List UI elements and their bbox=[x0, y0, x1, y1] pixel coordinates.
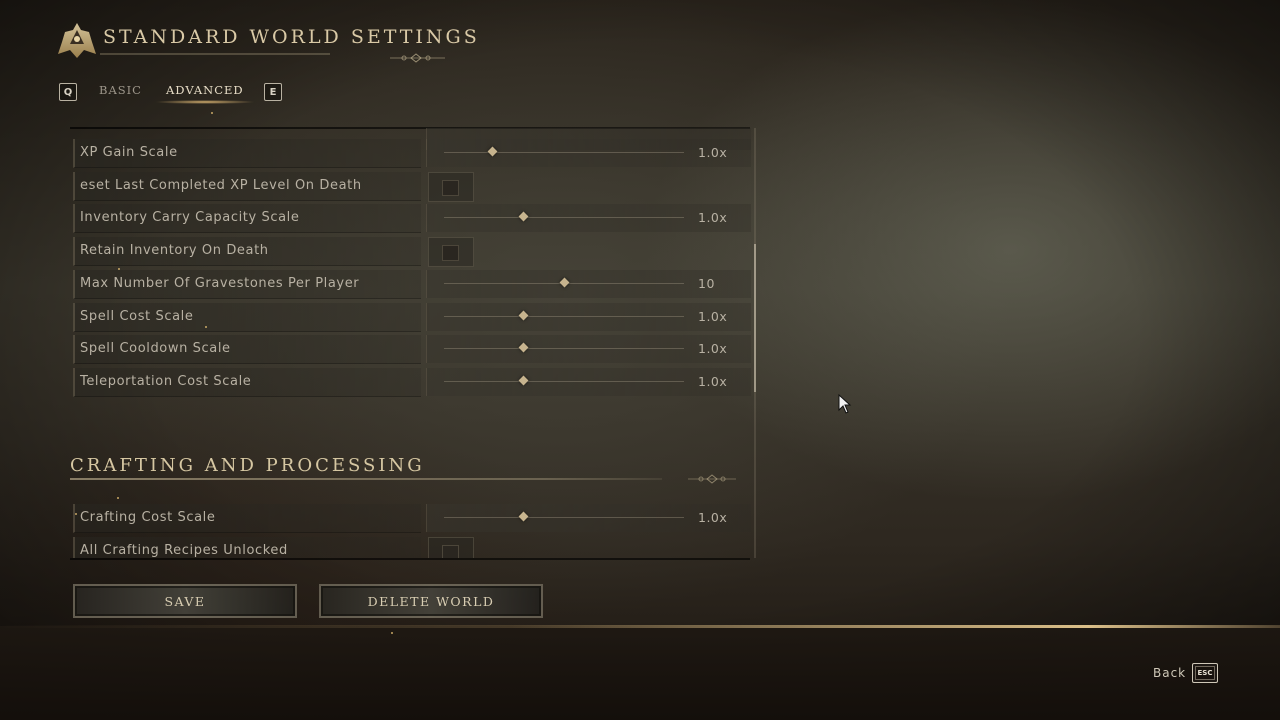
setting-row: Teleportation Cost Scale 1.0x bbox=[72, 367, 751, 397]
ember-particle bbox=[391, 632, 393, 634]
checkbox-square bbox=[442, 179, 459, 196]
panel-bottom-edge bbox=[70, 558, 750, 560]
delete-world-button[interactable]: DELETE WORLD bbox=[319, 584, 543, 618]
title-ornament bbox=[100, 53, 445, 63]
slider-track[interactable] bbox=[444, 152, 684, 153]
setting-checkbox[interactable] bbox=[428, 171, 474, 202]
tab-advanced[interactable]: ADVANCED bbox=[166, 83, 244, 97]
ember-particle bbox=[211, 112, 213, 114]
setting-row: XP Gain Scale 1.0x bbox=[72, 139, 751, 168]
ember-particle bbox=[118, 268, 120, 270]
slider-value: 1.0x bbox=[698, 145, 728, 160]
setting-label: Max Number Of Gravestones Per Player bbox=[80, 275, 360, 291]
setting-row: Inventory Carry Capacity Scale 1.0x bbox=[72, 204, 751, 234]
setting-row: All Crafting Recipes Unlocked bbox=[72, 537, 750, 558]
slider-value: 1.0x bbox=[698, 510, 728, 525]
setting-label: Inventory Carry Capacity Scale bbox=[80, 210, 300, 226]
page-title: STANDARD WORLD SETTINGS bbox=[103, 26, 480, 48]
ember-particle bbox=[75, 513, 77, 515]
slider-track[interactable] bbox=[444, 315, 684, 317]
setting-row: Crafting Cost Scale 1.0x bbox=[72, 504, 751, 533]
setting-row: eset Last Completed XP Level On Death bbox=[72, 171, 750, 202]
prev-tab-key-hint[interactable]: Q bbox=[59, 83, 77, 101]
slider-value: 1.0x bbox=[698, 341, 728, 357]
setting-label: All Crafting Recipes Unlocked bbox=[80, 543, 288, 558]
ember-particle bbox=[205, 326, 207, 328]
setting-row: Spell Cooldown Scale 1.0x bbox=[72, 335, 751, 365]
setting-row: Retain Inventory On Death bbox=[72, 237, 750, 268]
setting-label: XP Gain Scale bbox=[80, 145, 178, 160]
setting-label: Spell Cost Scale bbox=[80, 308, 194, 324]
active-tab-indicator bbox=[155, 100, 255, 104]
world-settings-screen: STANDARD WORLD SETTINGS Q BASIC ADVANCED… bbox=[0, 0, 1280, 720]
setting-checkbox[interactable] bbox=[428, 537, 474, 558]
setting-label: Crafting Cost Scale bbox=[80, 510, 216, 525]
setting-label: eset Last Completed XP Level On Death bbox=[80, 177, 362, 193]
esc-key-icon[interactable]: ESC bbox=[1192, 663, 1218, 683]
mouse-cursor-icon bbox=[838, 394, 852, 414]
save-button[interactable]: SAVE bbox=[73, 584, 297, 618]
slider-track[interactable] bbox=[444, 380, 684, 382]
slider-value: 1.0x bbox=[698, 373, 728, 389]
footer-bar bbox=[0, 626, 1280, 720]
back-label[interactable]: Back bbox=[1153, 666, 1186, 680]
checkbox-square bbox=[442, 245, 459, 262]
scrollbar-thumb[interactable] bbox=[754, 244, 756, 392]
settings-panel[interactable]: XP Gain Scale 1.0x eset Last Completed XP … bbox=[70, 128, 756, 558]
section-divider bbox=[70, 478, 662, 480]
setting-label: Spell Cooldown Scale bbox=[80, 341, 231, 357]
game-logo-icon bbox=[58, 23, 96, 58]
setting-checkbox[interactable] bbox=[428, 237, 474, 268]
next-tab-key-hint[interactable]: E bbox=[264, 83, 282, 101]
slider-track[interactable] bbox=[444, 217, 684, 219]
slider-value: 1.0x bbox=[698, 210, 728, 226]
footer-glow-line bbox=[0, 625, 1280, 628]
setting-label: Retain Inventory On Death bbox=[80, 243, 269, 259]
ember-particle bbox=[117, 497, 119, 499]
checkbox-square bbox=[442, 545, 459, 558]
section-ornament-icon bbox=[688, 474, 736, 484]
section-title-crafting: CRAFTING AND PROCESSING bbox=[70, 455, 425, 476]
tab-basic[interactable]: BASIC bbox=[99, 83, 142, 97]
slider-value: 10 bbox=[698, 275, 715, 291]
setting-row: Max Number Of Gravestones Per Player 10 bbox=[72, 269, 751, 299]
setting-row: Spell Cost Scale 1.0x bbox=[72, 302, 751, 332]
slider-value: 1.0x bbox=[698, 308, 728, 324]
setting-label: Teleportation Cost Scale bbox=[80, 373, 252, 389]
slider-track[interactable] bbox=[444, 348, 684, 350]
slider-track[interactable] bbox=[444, 517, 684, 518]
